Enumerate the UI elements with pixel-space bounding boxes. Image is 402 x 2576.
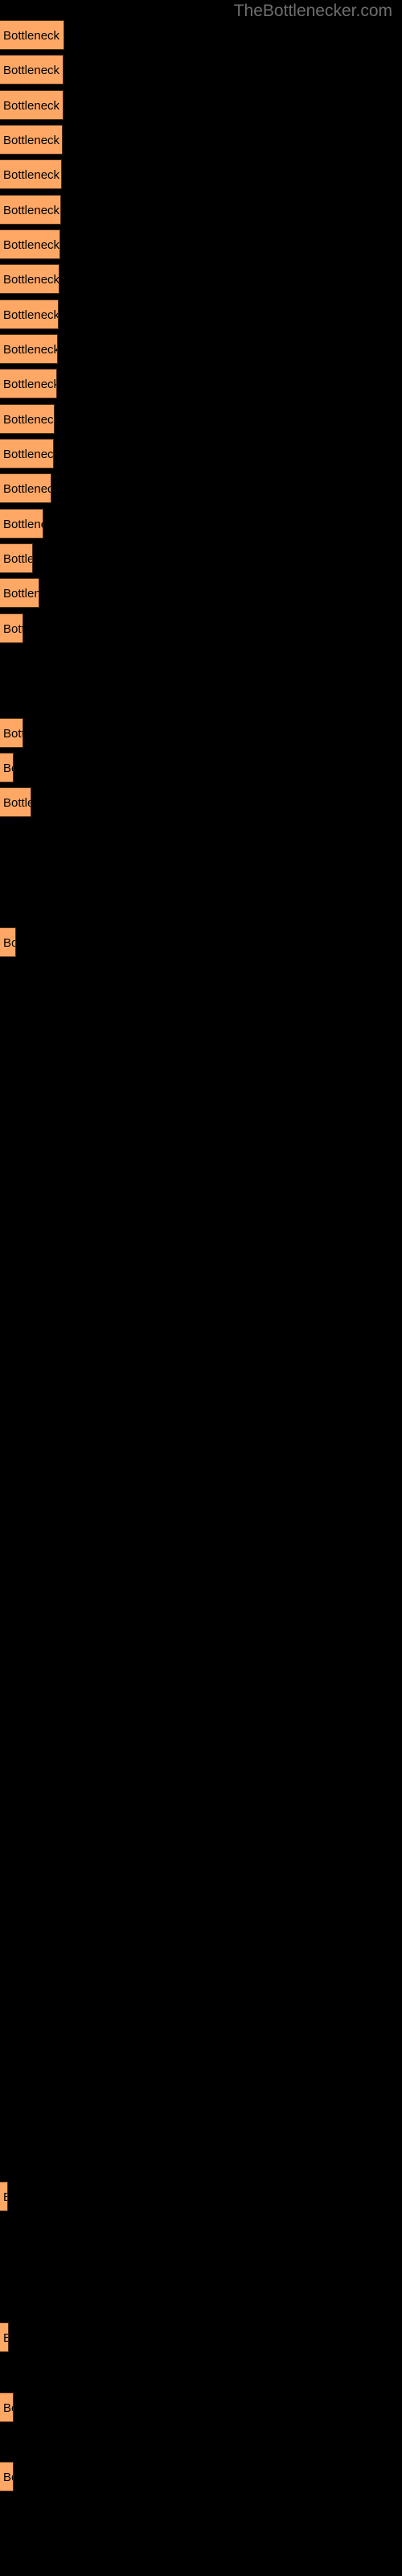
bar-label: Bottleneck result — [3, 308, 59, 322]
bar[interactable]: Bottleneck result — [0, 509, 43, 539]
bar-label: Bottleneck result — [3, 622, 23, 636]
bar-label: Bottleneck result — [3, 2323, 8, 2351]
bar[interactable]: Bottleneck result — [0, 543, 33, 573]
bar-label: Bottleneck result — [3, 796, 31, 810]
bar-label: Bottleneck result — [3, 518, 43, 531]
bar[interactable]: Bottleneck result — [0, 125, 63, 155]
bar[interactable]: Bottleneck result — [0, 578, 39, 608]
bar-label: Bottleneck result — [3, 936, 15, 950]
bar[interactable]: Bottleneck result — [0, 2392, 14, 2422]
bar[interactable]: Bottleneck result — [0, 787, 31, 817]
bar-label: Bottleneck result — [3, 2401, 13, 2415]
bar[interactable]: Bottleneck result — [0, 439, 54, 469]
bar-label: Bottleneck result — [3, 378, 57, 391]
bar[interactable]: Bottleneck result — [0, 299, 59, 329]
bar[interactable]: Bottleneck result — [0, 753, 14, 782]
bar-label: Bottleneck result — [3, 552, 32, 566]
bar[interactable]: Bottleneck result — [0, 2322, 9, 2352]
bar-label: Bottleneck result — [3, 413, 55, 427]
bar[interactable]: Bottleneck result — [0, 613, 23, 643]
bar-label: Bottleneck result — [3, 64, 63, 77]
bar-label: Bottleneck result — [3, 238, 60, 252]
bar-label: Bottleneck result — [3, 762, 13, 775]
bottleneck-bar-chart: TheBottlenecker.com Bottleneck resultBot… — [0, 0, 402, 2576]
bar[interactable]: Bottleneck result — [0, 229, 60, 259]
plot-area: Bottleneck result Bottleneck result Bottle… — [0, 16, 402, 2576]
bar-label: Bottleneck result — [3, 134, 62, 147]
bar-label: Bottleneck result — [3, 482, 51, 496]
bar-label: Bottleneck result — [3, 343, 58, 357]
bar-label: Bottleneck result — [3, 2471, 13, 2484]
bar-label: Bottleneck result — [3, 204, 60, 217]
bar[interactable]: Bottleneck result — [0, 2462, 14, 2491]
bar[interactable]: Bottleneck result — [0, 159, 62, 189]
bar-label: Bottleneck result — [3, 727, 23, 741]
bar-label: Bottleneck result — [3, 2182, 7, 2211]
bar-label: Bottleneck result — [3, 587, 39, 601]
bar[interactable]: Bottleneck result — [0, 334, 58, 364]
bar-label: Bottleneck result — [3, 273, 59, 287]
bar[interactable]: Bottleneck result — [0, 404, 55, 434]
bar-label: Bottleneck result — [3, 168, 61, 182]
bar-label: Bottleneck result — [3, 448, 54, 461]
bar[interactable]: Bottleneck result — [0, 718, 23, 748]
bar[interactable]: Bottleneck result — [0, 473, 51, 503]
bar[interactable]: Bottleneck result — [0, 20, 64, 50]
bar[interactable]: Bottleneck result — [0, 369, 57, 398]
bar-label: Bottleneck result — [3, 29, 64, 43]
bar[interactable]: Bottleneck result — [0, 2182, 8, 2211]
bar-label: Bottleneck result — [3, 99, 63, 113]
bar[interactable]: Bottleneck result — [0, 90, 64, 120]
bar[interactable]: Bottleneck result — [0, 264, 59, 294]
bar[interactable]: Bottleneck result — [0, 195, 61, 225]
bar[interactable]: Bottleneck result — [0, 55, 64, 85]
bar[interactable]: Bottleneck result — [0, 927, 16, 957]
